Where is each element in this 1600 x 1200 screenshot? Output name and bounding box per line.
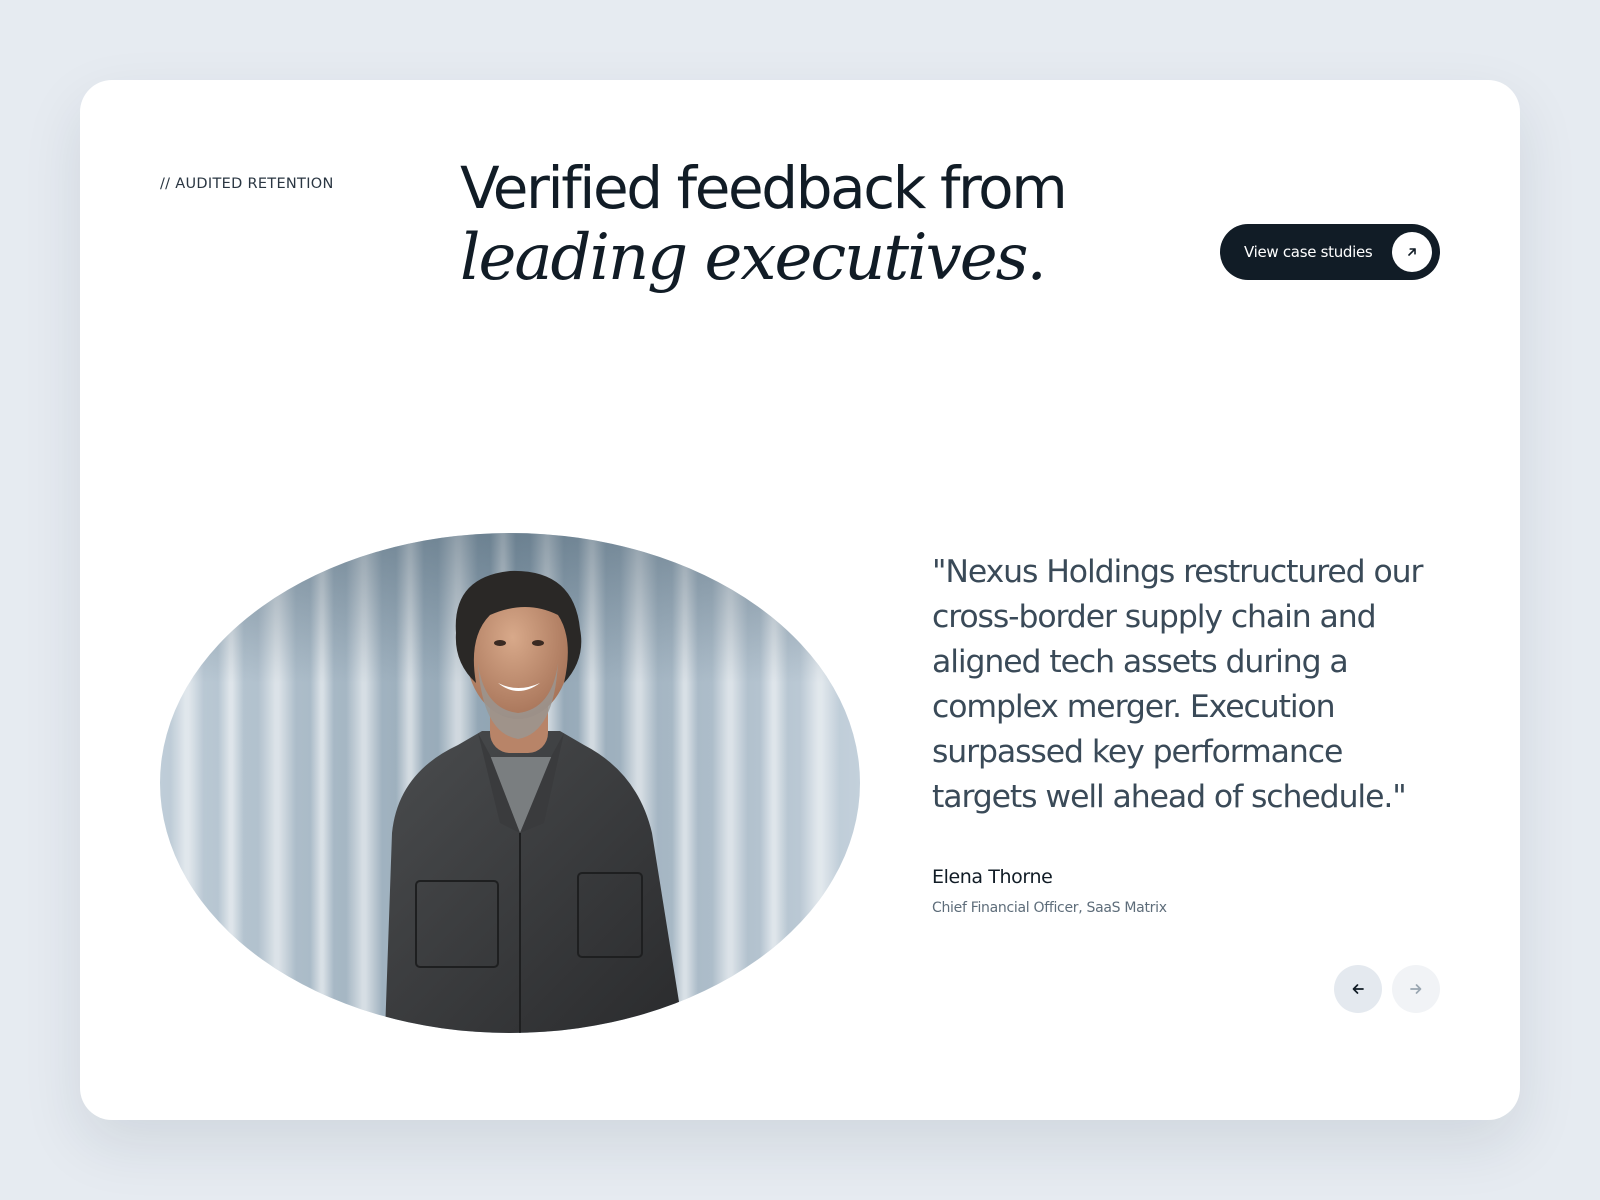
- testimonial-quote: "Nexus Holdings restructured our cross-b…: [932, 554, 1423, 815]
- arrow-left-icon: [1351, 982, 1365, 996]
- author-role: Chief Financial Officer, SaaS Matrix: [932, 900, 1167, 916]
- section-eyebrow: // AUDITED RETENTION: [160, 176, 334, 192]
- section-headline: Verified feedback from leading executive…: [460, 154, 1160, 294]
- author-name: Elena Thorne: [932, 866, 1053, 888]
- view-case-studies-button[interactable]: View case studies: [1220, 224, 1440, 280]
- next-testimonial-button[interactable]: [1392, 965, 1440, 1013]
- previous-testimonial-button[interactable]: [1334, 965, 1382, 1013]
- headline-line-1: Verified feedback from: [460, 154, 1068, 222]
- arrow-right-icon: [1409, 982, 1423, 996]
- testimonial-card: // AUDITED RETENTION Verified feedback f…: [80, 80, 1520, 1120]
- executive-portrait: [160, 533, 860, 1033]
- headline-line-2: leading executives.: [460, 221, 1047, 295]
- arrow-up-right-icon: [1392, 232, 1432, 272]
- view-case-studies-label: View case studies: [1244, 243, 1373, 261]
